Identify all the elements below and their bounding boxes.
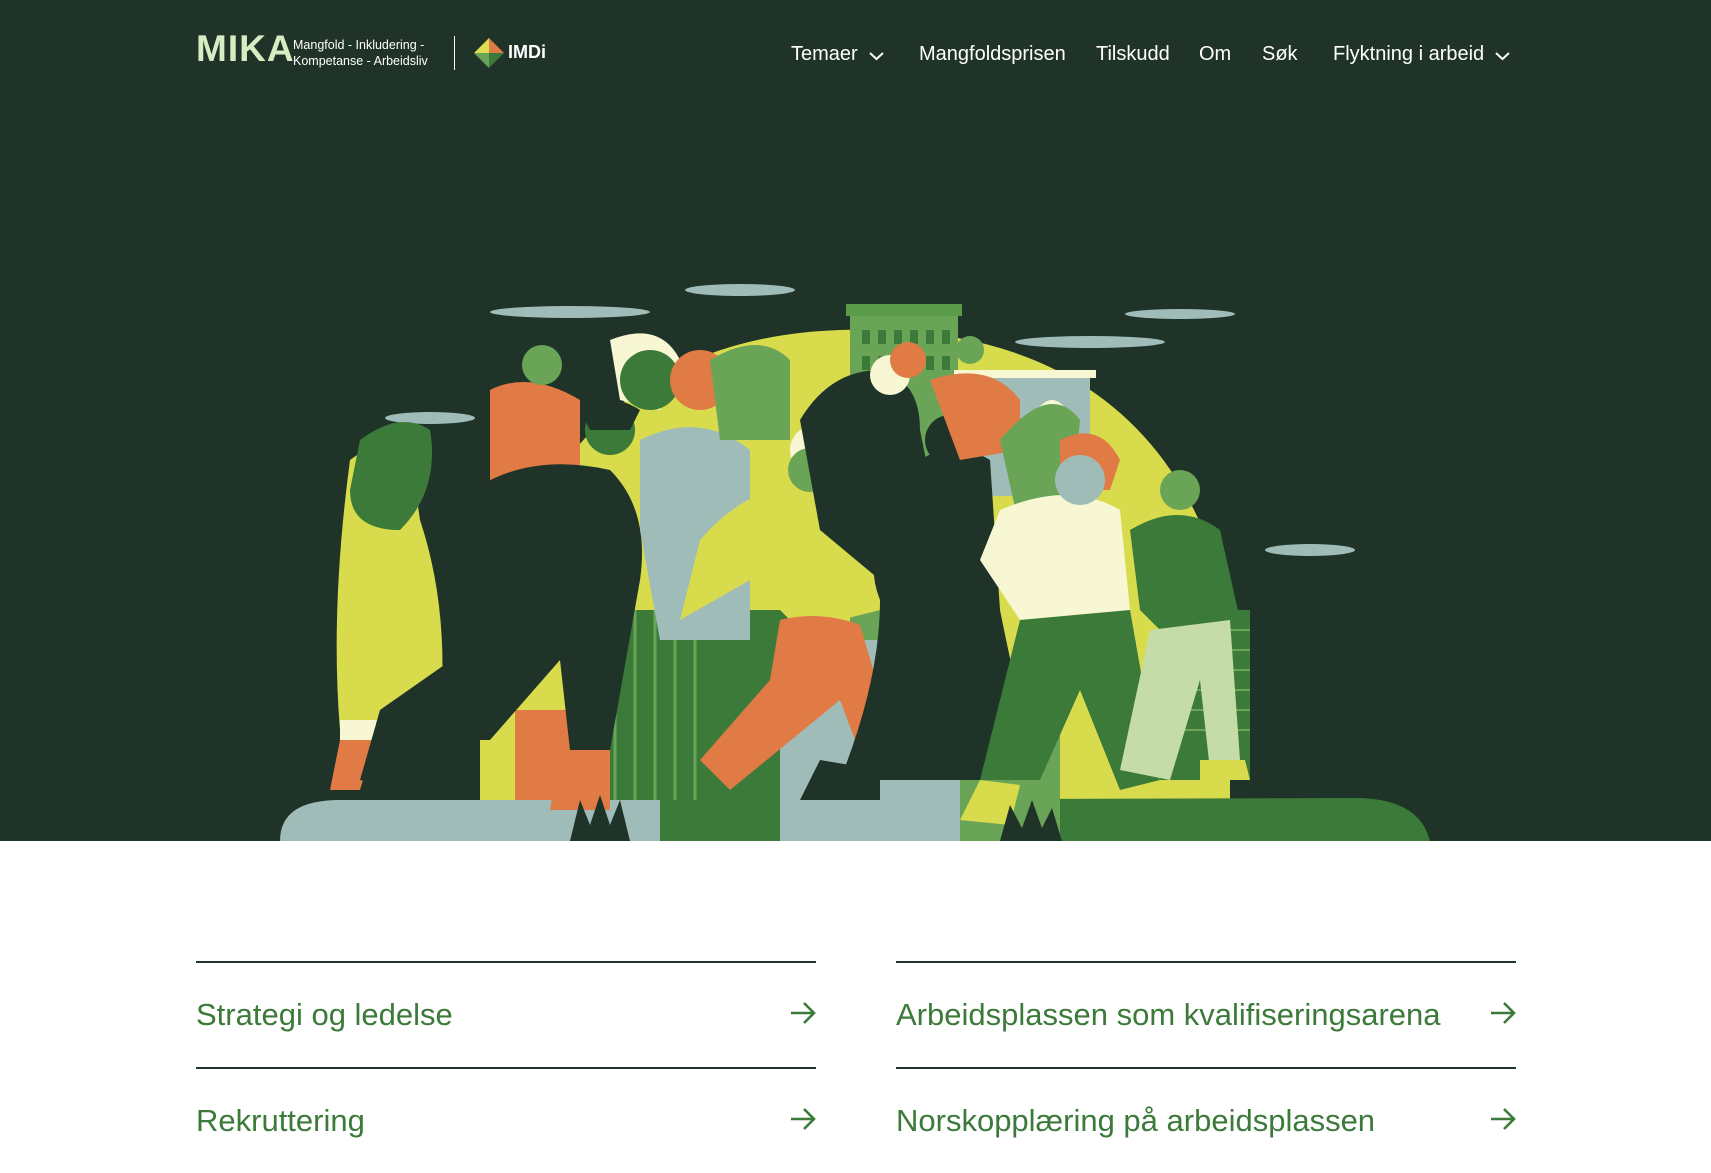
nav-label: Mangfoldsprisen: [919, 43, 1066, 65]
nav-label: Tilskudd: [1096, 43, 1170, 65]
topic-link-norskopplaering-pa-arbeidsplassen[interactable]: Norskopplæring på arbeidsplassen: [896, 1069, 1516, 1173]
arrow-right-icon: [1491, 1108, 1516, 1130]
topic-link-arbeidsplassen-som-kvalifiseringsarena[interactable]: Arbeidsplassen som kvalifiseringsarena: [896, 963, 1516, 1067]
tagline-line-2: Kompetanse - Arbeidsliv: [293, 54, 428, 68]
site-header: MIKA Mangfold - Inkludering - Kompetanse…: [0, 0, 1711, 108]
topic-link-strategi-og-ledelse[interactable]: Strategi og ledelse: [196, 963, 816, 1067]
crowd-of-people-walking-illustration: [280, 284, 1430, 841]
imdi-logo-text: IMDi: [508, 42, 546, 62]
arrow-right-icon: [791, 1002, 816, 1024]
imdi-logo-icon: [474, 38, 504, 68]
topic-link-label: Arbeidsplassen som kvalifiseringsarena: [896, 997, 1441, 1032]
nav-label: Temaer: [791, 43, 858, 65]
topic-link-label: Rekruttering: [196, 1103, 365, 1138]
nav-label: Flyktning i arbeid: [1333, 43, 1485, 65]
nav-item-tilskudd[interactable]: Tilskudd: [1096, 43, 1170, 66]
topic-link-label: Strategi og ledelse: [196, 997, 453, 1032]
topic-link-rekruttering[interactable]: Rekruttering: [196, 1069, 816, 1173]
arrow-right-icon: [1491, 1002, 1516, 1024]
hero-section: MIKA Mangfold - Inkludering - Kompetanse…: [0, 0, 1711, 841]
nav-item-sok[interactable]: Søk: [1262, 43, 1298, 66]
chevron-down-icon: [869, 51, 884, 60]
mika-logo: MIKA: [196, 28, 295, 69]
nav-label: Søk: [1262, 43, 1298, 65]
logo-divider: [454, 36, 455, 70]
chevron-down-icon: [1495, 51, 1510, 60]
nav-item-flyktning-i-arbeid[interactable]: Flyktning i arbeid: [1333, 43, 1510, 66]
logo-tagline: Mangfold - Inkludering - Kompetanse - Ar…: [293, 37, 428, 69]
topic-link-label: Norskopplæring på arbeidsplassen: [896, 1103, 1376, 1138]
nav-item-temaer[interactable]: Temaer: [791, 43, 884, 66]
topic-links-section: Strategi og ledelse Rekruttering Arbeids…: [0, 841, 1711, 1138]
arrow-right-icon: [791, 1108, 816, 1130]
tagline-line-1: Mangfold - Inkludering -: [293, 38, 425, 52]
nav-item-mangfoldsprisen[interactable]: Mangfoldsprisen: [919, 43, 1066, 66]
nav-item-om[interactable]: Om: [1199, 43, 1231, 66]
nav-label: Om: [1199, 43, 1232, 65]
